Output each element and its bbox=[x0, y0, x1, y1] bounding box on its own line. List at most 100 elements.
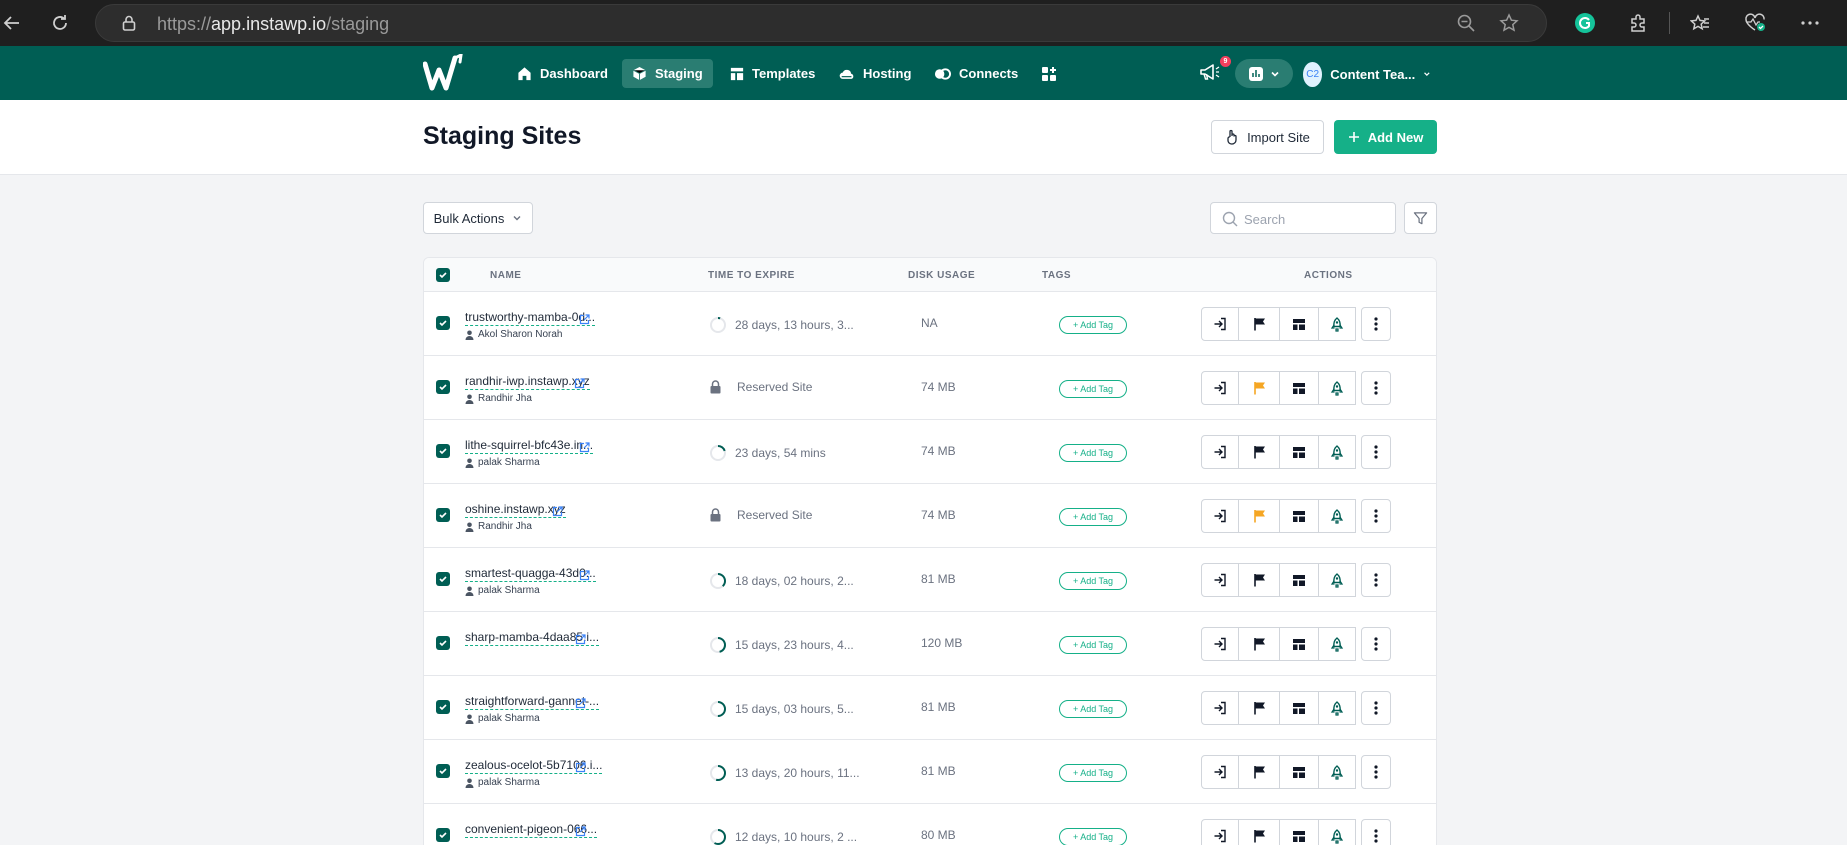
login-button[interactable] bbox=[1201, 499, 1239, 533]
nav-hosting[interactable]: Hosting bbox=[829, 59, 921, 88]
row-checkbox[interactable] bbox=[436, 380, 450, 394]
nav-dashboard[interactable]: Dashboard bbox=[507, 59, 618, 88]
more-options-button[interactable] bbox=[1361, 499, 1391, 533]
add-tag-button[interactable]: + Add Tag bbox=[1059, 508, 1127, 526]
select-all-checkbox[interactable] bbox=[436, 268, 450, 282]
flag-button[interactable] bbox=[1238, 371, 1280, 405]
flag-button[interactable] bbox=[1238, 819, 1280, 845]
more-options-button[interactable] bbox=[1361, 627, 1391, 661]
more-options-button[interactable] bbox=[1361, 563, 1391, 597]
column-header-disk[interactable]: DISK USAGE bbox=[908, 270, 975, 281]
login-button[interactable] bbox=[1201, 819, 1239, 845]
site-name-link[interactable]: oshine.instawp.xyz bbox=[465, 502, 566, 518]
deploy-button[interactable] bbox=[1318, 563, 1356, 597]
add-tag-button[interactable]: + Add Tag bbox=[1059, 380, 1127, 398]
external-link-icon[interactable] bbox=[575, 632, 586, 650]
browser-health-icon[interactable] bbox=[1742, 10, 1768, 36]
grammarly-extension-icon[interactable] bbox=[1572, 10, 1598, 36]
row-checkbox[interactable] bbox=[436, 700, 450, 714]
add-tag-button[interactable]: + Add Tag bbox=[1059, 316, 1127, 334]
column-header-name[interactable]: NAME bbox=[490, 270, 521, 281]
external-link-icon[interactable] bbox=[579, 312, 590, 330]
more-options-button[interactable] bbox=[1361, 819, 1391, 845]
template-button[interactable] bbox=[1279, 755, 1319, 789]
external-link-icon[interactable] bbox=[575, 696, 586, 714]
add-tag-button[interactable]: + Add Tag bbox=[1059, 764, 1127, 782]
table-row[interactable]: trustworthy-mamba-0d... Akol Sharon Norah… bbox=[424, 292, 1436, 356]
template-button[interactable] bbox=[1279, 563, 1319, 597]
instawp-logo[interactable] bbox=[422, 52, 469, 97]
nav-connects[interactable]: Connects bbox=[924, 59, 1028, 88]
deploy-button[interactable] bbox=[1318, 755, 1356, 789]
back-icon[interactable] bbox=[0, 10, 26, 36]
template-button[interactable] bbox=[1279, 435, 1319, 469]
login-button[interactable] bbox=[1201, 307, 1239, 341]
table-row[interactable]: lithe-squirrel-bfc43e.in... palak Sharma 2… bbox=[424, 420, 1436, 484]
external-link-icon[interactable] bbox=[575, 824, 586, 842]
external-link-icon[interactable] bbox=[579, 440, 590, 458]
flag-button[interactable] bbox=[1238, 435, 1280, 469]
zoom-out-icon[interactable] bbox=[1453, 10, 1479, 36]
row-checkbox[interactable] bbox=[436, 572, 450, 586]
deploy-button[interactable] bbox=[1318, 819, 1356, 845]
login-button[interactable] bbox=[1201, 755, 1239, 789]
lock-icon[interactable] bbox=[116, 10, 142, 36]
more-options-button[interactable] bbox=[1361, 435, 1391, 469]
site-name-link[interactable]: lithe-squirrel-bfc43e.in... bbox=[465, 438, 594, 454]
add-tag-button[interactable]: + Add Tag bbox=[1059, 828, 1127, 845]
template-button[interactable] bbox=[1279, 371, 1319, 405]
table-row[interactable]: convenient-pigeon-066... 12 days, 10 hour… bbox=[424, 804, 1436, 845]
bulk-actions-dropdown[interactable]: Bulk Actions bbox=[423, 202, 533, 234]
row-checkbox[interactable] bbox=[436, 828, 450, 842]
site-name-link[interactable]: trustworthy-mamba-0d... bbox=[465, 310, 596, 326]
table-row[interactable]: oshine.instawp.xyz Randhir Jha Reserved Si… bbox=[424, 484, 1436, 548]
login-button[interactable] bbox=[1201, 563, 1239, 597]
deploy-button[interactable] bbox=[1318, 499, 1356, 533]
extensions-puzzle-icon[interactable] bbox=[1625, 10, 1651, 36]
external-link-icon[interactable] bbox=[575, 760, 586, 778]
template-button[interactable] bbox=[1279, 819, 1319, 845]
flag-button[interactable] bbox=[1238, 755, 1280, 789]
login-button[interactable] bbox=[1201, 627, 1239, 661]
flag-button[interactable] bbox=[1238, 563, 1280, 597]
row-checkbox[interactable] bbox=[436, 444, 450, 458]
table-row[interactable]: zealous-ocelot-5b7106.i... palak Sharma 13… bbox=[424, 740, 1436, 804]
template-button[interactable] bbox=[1279, 307, 1319, 341]
more-options-button[interactable] bbox=[1361, 755, 1391, 789]
add-new-button[interactable]: Add New bbox=[1334, 120, 1437, 154]
login-button[interactable] bbox=[1201, 691, 1239, 725]
more-options-button[interactable] bbox=[1361, 691, 1391, 725]
reload-icon[interactable] bbox=[47, 10, 73, 36]
flag-button[interactable] bbox=[1238, 499, 1280, 533]
deploy-button[interactable] bbox=[1318, 307, 1356, 341]
flag-button[interactable] bbox=[1238, 691, 1280, 725]
user-menu[interactable]: C2 Content Tea... bbox=[1303, 61, 1431, 87]
login-button[interactable] bbox=[1201, 435, 1239, 469]
external-link-icon[interactable] bbox=[574, 376, 585, 394]
flag-button[interactable] bbox=[1238, 627, 1280, 661]
address-bar[interactable]: https://app.instawp.io/staging bbox=[95, 4, 1547, 42]
login-button[interactable] bbox=[1201, 371, 1239, 405]
table-row[interactable]: sharp-mamba-4daa85.i... 15 days, 23 hours… bbox=[424, 612, 1436, 676]
search-input[interactable] bbox=[1244, 209, 1389, 229]
template-button[interactable] bbox=[1279, 627, 1319, 661]
table-row[interactable]: smartest-quagga-43d0... palak Sharma 18 da… bbox=[424, 548, 1436, 612]
template-button[interactable] bbox=[1279, 691, 1319, 725]
add-tag-button[interactable]: + Add Tag bbox=[1059, 572, 1127, 590]
nav-staging[interactable]: Staging bbox=[622, 59, 713, 88]
row-checkbox[interactable] bbox=[436, 636, 450, 650]
row-checkbox[interactable] bbox=[436, 316, 450, 330]
row-checkbox[interactable] bbox=[436, 764, 450, 778]
column-header-expire[interactable]: TIME TO EXPIRE bbox=[708, 270, 795, 281]
external-link-icon[interactable] bbox=[579, 568, 590, 586]
filter-button[interactable] bbox=[1404, 202, 1437, 234]
import-site-button[interactable]: Import Site bbox=[1211, 120, 1324, 154]
add-tag-button[interactable]: + Add Tag bbox=[1059, 700, 1127, 718]
external-link-icon[interactable] bbox=[552, 504, 563, 522]
add-tag-button[interactable]: + Add Tag bbox=[1059, 444, 1127, 462]
more-menu-icon[interactable] bbox=[1797, 10, 1823, 36]
deploy-button[interactable] bbox=[1318, 435, 1356, 469]
deploy-button[interactable] bbox=[1318, 627, 1356, 661]
template-button[interactable] bbox=[1279, 499, 1319, 533]
site-name-link[interactable]: randhir-iwp.instawp.xyz bbox=[465, 374, 590, 390]
